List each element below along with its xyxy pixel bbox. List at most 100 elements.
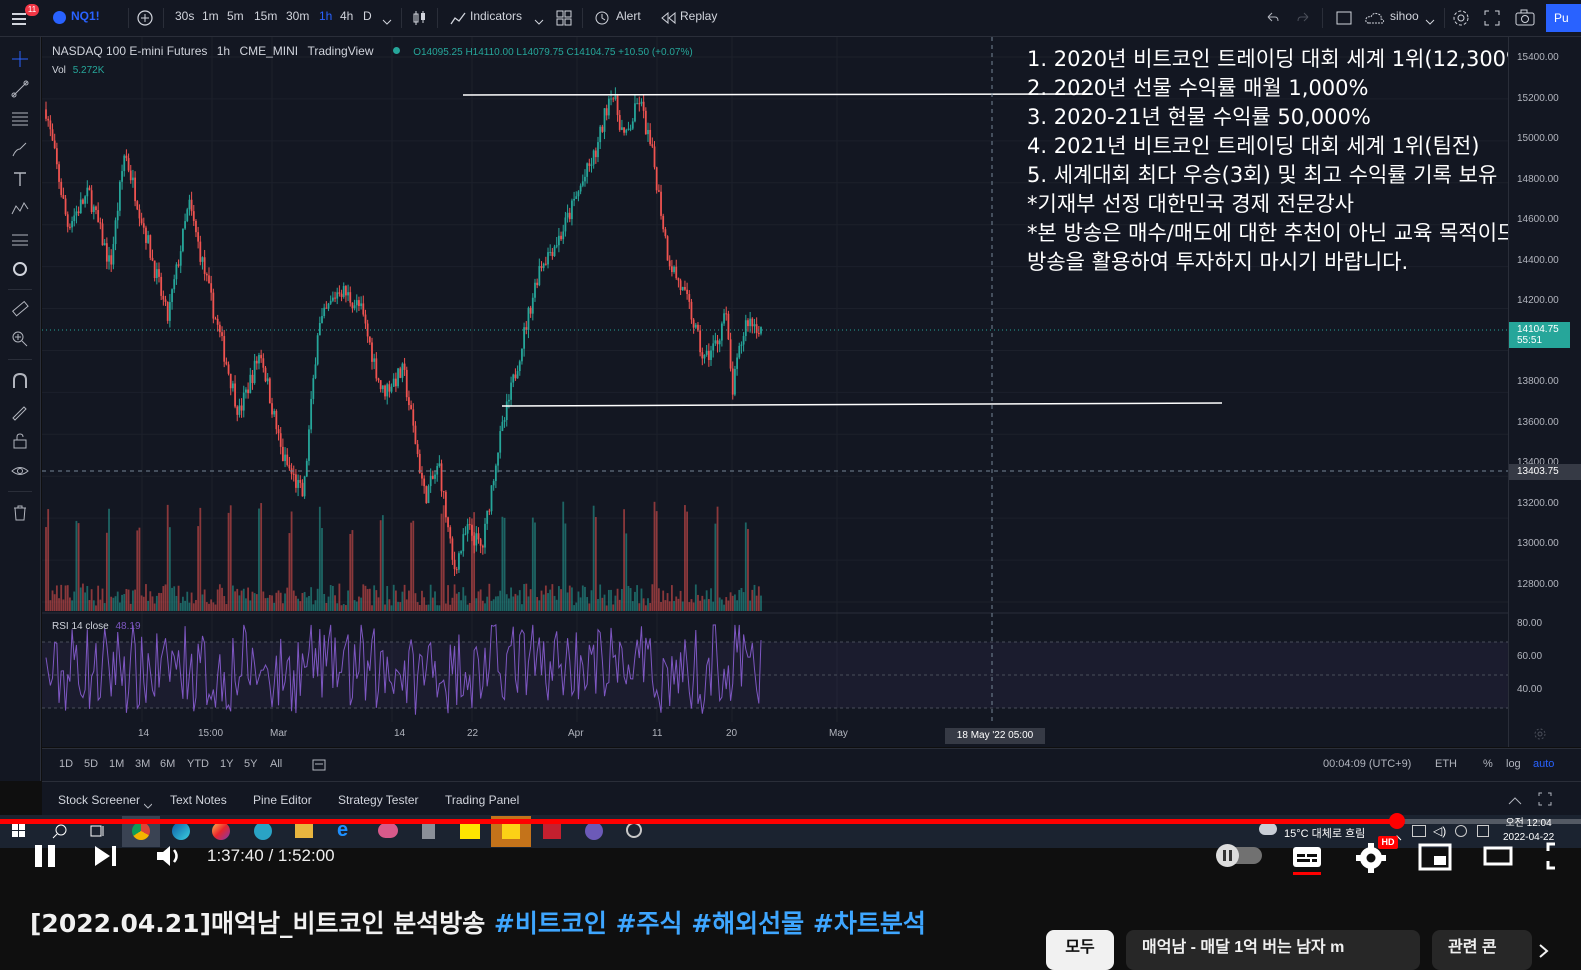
interval-1h[interactable]: 1h bbox=[319, 9, 332, 23]
layout-dropdown-icon[interactable] bbox=[1425, 13, 1435, 31]
compare-add-icon[interactable] bbox=[136, 9, 154, 32]
price-scale[interactable]: 15400.00 15200.00 15000.00 14800.00 14600.00… bbox=[1508, 37, 1581, 747]
interval-30m[interactable]: 30m bbox=[286, 9, 309, 23]
interval-d[interactable]: D bbox=[363, 9, 372, 23]
next-button[interactable] bbox=[92, 843, 120, 874]
eye-icon[interactable] bbox=[10, 461, 30, 481]
layout-name-button[interactable]: sihoo bbox=[1390, 9, 1419, 23]
fullscreen-square-icon[interactable] bbox=[1336, 10, 1352, 31]
interval-30s[interactable]: 30s bbox=[175, 9, 194, 23]
clock-timezone[interactable]: 00:04:09 (UTC+9) bbox=[1323, 758, 1411, 770]
range-1d[interactable]: 1D bbox=[59, 758, 73, 770]
panel-maximize-icon[interactable] bbox=[1538, 792, 1552, 811]
volume-bar bbox=[590, 590, 593, 611]
magnet-icon[interactable] bbox=[10, 371, 30, 391]
range-1m[interactable]: 1M bbox=[109, 758, 124, 770]
trend-line-icon[interactable] bbox=[10, 79, 30, 99]
theater-mode-button[interactable] bbox=[1483, 845, 1513, 872]
subtitles-button[interactable] bbox=[1291, 844, 1323, 881]
replay-rewind-icon[interactable] bbox=[660, 11, 676, 30]
log-scale-toggle[interactable]: log bbox=[1506, 758, 1521, 770]
zoom-in-icon[interactable] bbox=[10, 329, 30, 349]
chart-pane[interactable]: NASDAQ 100 E-mini Futures 1h CME_MINI Tr… bbox=[42, 37, 1534, 747]
prediction-icon[interactable] bbox=[10, 229, 30, 249]
trash-icon[interactable] bbox=[10, 503, 30, 523]
chips-next-icon[interactable] bbox=[1536, 944, 1550, 963]
fullscreen-button[interactable] bbox=[1545, 841, 1581, 876]
replay-button[interactable]: Replay bbox=[680, 9, 717, 23]
pattern-icon[interactable] bbox=[10, 199, 30, 219]
range-5d[interactable]: 5D bbox=[84, 758, 98, 770]
chip-channel[interactable]: 매억남 - 매달 1억 버는 남자 m bbox=[1126, 930, 1420, 970]
chip-related[interactable]: 관련 콘 bbox=[1432, 930, 1532, 970]
indicators-icon[interactable] bbox=[450, 10, 466, 31]
settings-gear-icon[interactable] bbox=[1452, 9, 1470, 32]
goto-date-icon[interactable] bbox=[312, 758, 326, 777]
volume-bar bbox=[218, 584, 221, 611]
tab-text-notes[interactable]: Text Notes bbox=[170, 793, 227, 807]
candle-body bbox=[688, 294, 691, 302]
volume-bar bbox=[742, 592, 745, 611]
candle-body bbox=[584, 176, 586, 182]
autoplay-toggle[interactable] bbox=[1216, 844, 1262, 867]
volume-bar bbox=[584, 586, 586, 611]
candle-body bbox=[416, 444, 419, 454]
tab-trading-panel[interactable]: Trading Panel bbox=[445, 793, 519, 807]
volume-bar bbox=[484, 603, 486, 611]
alert-button[interactable]: Alert bbox=[616, 9, 641, 23]
candle-body bbox=[516, 371, 519, 379]
range-3m[interactable]: 3M bbox=[135, 758, 150, 770]
tab-pine-editor[interactable]: Pine Editor bbox=[253, 793, 312, 807]
interval-5m[interactable]: 5m bbox=[227, 9, 244, 23]
chart-type-candles-icon[interactable] bbox=[410, 9, 428, 32]
interval-4h[interactable]: 4h bbox=[340, 9, 353, 23]
crosshair-cursor-icon[interactable] bbox=[10, 49, 30, 69]
volume-button[interactable] bbox=[154, 842, 184, 875]
symbol-search-button[interactable]: NQ1! bbox=[71, 9, 100, 23]
volume-bar bbox=[381, 515, 384, 611]
camera-snapshot-icon[interactable] bbox=[1515, 9, 1535, 32]
range-1y[interactable]: 1Y bbox=[220, 758, 233, 770]
video-hashtags[interactable]: #비트코인 #주식 #해외선물 #차트분석 bbox=[494, 909, 926, 938]
lock-pencil-icon[interactable] bbox=[10, 401, 30, 421]
interval-15m[interactable]: 15m bbox=[254, 9, 277, 23]
publish-button[interactable]: Pu bbox=[1546, 4, 1581, 32]
lock-icon[interactable] bbox=[10, 431, 30, 451]
range-ytd[interactable]: YTD bbox=[187, 758, 209, 770]
range-6m[interactable]: 6M bbox=[160, 758, 175, 770]
tab-strategy-tester[interactable]: Strategy Tester bbox=[338, 793, 418, 807]
percent-scale-toggle[interactable]: % bbox=[1483, 758, 1493, 770]
scale-settings-gear-icon[interactable] bbox=[1533, 727, 1547, 746]
undo-icon[interactable] bbox=[1264, 10, 1280, 31]
progress-scrubber[interactable] bbox=[1388, 813, 1405, 829]
chip-all[interactable]: 모두 bbox=[1046, 930, 1114, 970]
range-5y[interactable]: 5Y bbox=[244, 758, 257, 770]
miniplayer-button[interactable] bbox=[1418, 843, 1452, 876]
candle-body bbox=[447, 517, 449, 528]
layout-grid-icon[interactable] bbox=[556, 10, 572, 31]
shapes-circle-icon[interactable] bbox=[10, 259, 30, 279]
screener-dropdown-icon[interactable] bbox=[143, 796, 153, 814]
indicators-dropdown-icon[interactable] bbox=[534, 13, 544, 31]
price-tick: 14400.00 bbox=[1517, 254, 1559, 266]
interval-1m[interactable]: 1m bbox=[202, 9, 219, 23]
candle-body bbox=[566, 212, 569, 218]
ruler-icon[interactable] bbox=[10, 299, 30, 319]
brush-icon[interactable] bbox=[10, 139, 30, 159]
session-toggle[interactable]: ETH bbox=[1435, 758, 1457, 770]
interval-dropdown-icon[interactable] bbox=[382, 13, 392, 31]
overlay-line: 1. 2020년 비트코인 트레이딩 대회 세계 1위(12,300%) bbox=[1027, 47, 1535, 71]
fullscreen-expand-icon[interactable] bbox=[1484, 10, 1500, 31]
text-tool-icon[interactable] bbox=[10, 169, 30, 189]
redo-icon[interactable] bbox=[1296, 10, 1312, 31]
tab-stock-screener[interactable]: Stock Screener bbox=[58, 793, 140, 807]
alert-clock-icon[interactable] bbox=[594, 10, 610, 31]
pause-button[interactable] bbox=[32, 841, 58, 876]
auto-scale-toggle[interactable]: auto bbox=[1533, 758, 1554, 770]
candle-body bbox=[562, 231, 565, 240]
range-all[interactable]: All bbox=[270, 758, 282, 770]
panel-collapse-icon[interactable] bbox=[1508, 793, 1522, 811]
indicators-button[interactable]: Indicators bbox=[470, 9, 522, 23]
volume-bar bbox=[368, 588, 371, 611]
fib-retracement-icon[interactable] bbox=[10, 109, 30, 129]
